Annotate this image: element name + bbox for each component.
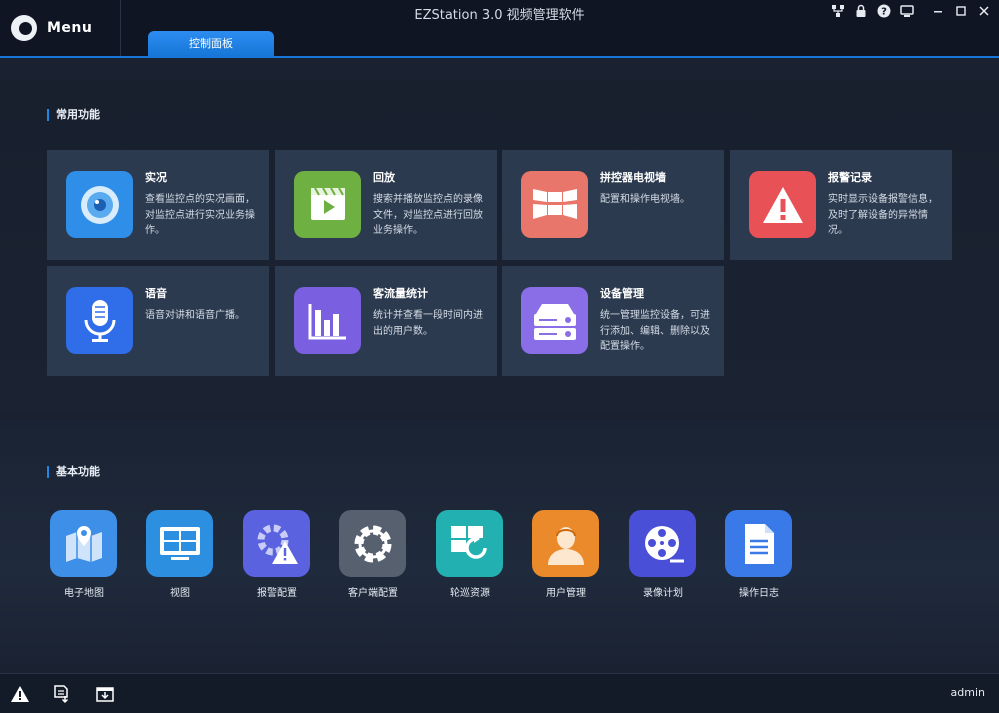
film-reel-icon — [629, 510, 696, 577]
clapperboard-play-icon — [294, 171, 361, 238]
server-device-icon — [521, 287, 588, 354]
card-alarm-records[interactable]: 报警记录 实时显示设备报警信息，及时了解设备的异常情况。 — [730, 150, 952, 260]
current-user[interactable]: admin — [951, 686, 985, 699]
tile-label: 视图 — [170, 588, 190, 599]
card-description: 实时显示设备报警信息，及时了解设备的异常情况。 — [828, 194, 938, 236]
card-description: 查看监控点的实况画面，对监控点进行实况业务操作。 — [145, 194, 255, 236]
card-title: 客流量统计 — [373, 287, 428, 300]
video-wall-icon — [521, 171, 588, 238]
close-icon[interactable] — [977, 4, 991, 18]
tile-operation-log[interactable]: 操作日志 — [719, 510, 799, 602]
status-bar: admin — [0, 673, 999, 713]
card-description: 搜索并播放监控点的录像文件，对监控点进行回放业务操作。 — [373, 194, 483, 236]
tile-label: 电子地图 — [64, 588, 104, 599]
camera-lens-icon — [66, 171, 133, 238]
card-description: 统计并查看一段时间内进出的用户数。 — [373, 310, 483, 337]
download-icon[interactable] — [95, 684, 115, 704]
tile-recording-schedule[interactable]: 录像计划 — [623, 510, 703, 602]
tile-view[interactable]: 视图 — [140, 510, 220, 602]
tile-alarm-config[interactable]: 报警配置 — [237, 510, 317, 602]
monitor-grid-icon — [146, 510, 213, 577]
document-icon — [725, 510, 792, 577]
title-bar: Menu EZStation 3.0 视频管理软件 控制面板 ? — [0, 0, 999, 58]
section-title-basic: 基本功能 — [47, 466, 100, 478]
tile-user-management[interactable]: 用户管理 — [526, 510, 606, 602]
alarm-warning-icon[interactable] — [10, 684, 30, 704]
svg-text:?: ? — [881, 7, 887, 18]
warning-triangle-icon — [749, 171, 816, 238]
maximize-icon[interactable] — [954, 4, 968, 18]
tile-label: 轮巡资源 — [450, 588, 490, 599]
user-icon — [532, 510, 599, 577]
window-controls: ? — [831, 4, 991, 18]
card-title: 设备管理 — [600, 287, 644, 300]
tile-label: 报警配置 — [257, 588, 297, 599]
card-voice[interactable]: 语音 语音对讲和语音广播。 — [47, 266, 269, 376]
tile-client-config[interactable]: 客户端配置 — [333, 510, 413, 602]
section-title-common: 常用功能 — [47, 109, 100, 121]
tile-label: 用户管理 — [546, 588, 586, 599]
map-pin-icon — [50, 510, 117, 577]
card-title: 语音 — [145, 287, 167, 300]
card-description: 配置和操作电视墙。 — [600, 194, 690, 205]
card-live-view[interactable]: 实况 查看监控点的实况画面，对监控点进行实况业务操作。 — [47, 150, 269, 260]
tile-e-map[interactable]: 电子地图 — [44, 510, 124, 602]
gear-icon — [339, 510, 406, 577]
card-title: 拼控器电视墙 — [600, 171, 666, 184]
tile-label: 客户端配置 — [348, 588, 398, 599]
card-description: 统一管理监控设备，可进行添加、编辑、删除以及配置操作。 — [600, 310, 710, 352]
card-traffic-stats[interactable]: 客流量统计 统计并查看一段时间内进出的用户数。 — [275, 266, 497, 376]
tile-label: 录像计划 — [643, 588, 683, 599]
help-icon[interactable]: ? — [877, 4, 891, 18]
patrol-rotate-icon — [436, 510, 503, 577]
network-icon[interactable] — [831, 4, 845, 18]
minimize-icon[interactable] — [931, 4, 945, 18]
microphone-icon — [66, 287, 133, 354]
card-title: 实况 — [145, 171, 167, 184]
card-device-management[interactable]: 设备管理 统一管理监控设备，可进行添加、编辑、删除以及配置操作。 — [502, 266, 724, 376]
log-export-icon[interactable] — [52, 684, 72, 704]
tab-control-panel[interactable]: 控制面板 — [148, 31, 274, 56]
bar-chart-icon — [294, 287, 361, 354]
card-video-wall[interactable]: 拼控器电视墙 配置和操作电视墙。 — [502, 150, 724, 260]
tile-label: 操作日志 — [739, 588, 779, 599]
monitor-icon[interactable] — [900, 4, 914, 18]
gear-alarm-icon — [243, 510, 310, 577]
card-title: 报警记录 — [828, 171, 872, 184]
card-playback[interactable]: 回放 搜索并播放监控点的录像文件，对监控点进行回放业务操作。 — [275, 150, 497, 260]
tile-patrol-resources[interactable]: 轮巡资源 — [430, 510, 510, 602]
card-description: 语音对讲和语音广播。 — [145, 310, 245, 321]
card-title: 回放 — [373, 171, 395, 184]
lock-icon[interactable] — [854, 4, 868, 18]
